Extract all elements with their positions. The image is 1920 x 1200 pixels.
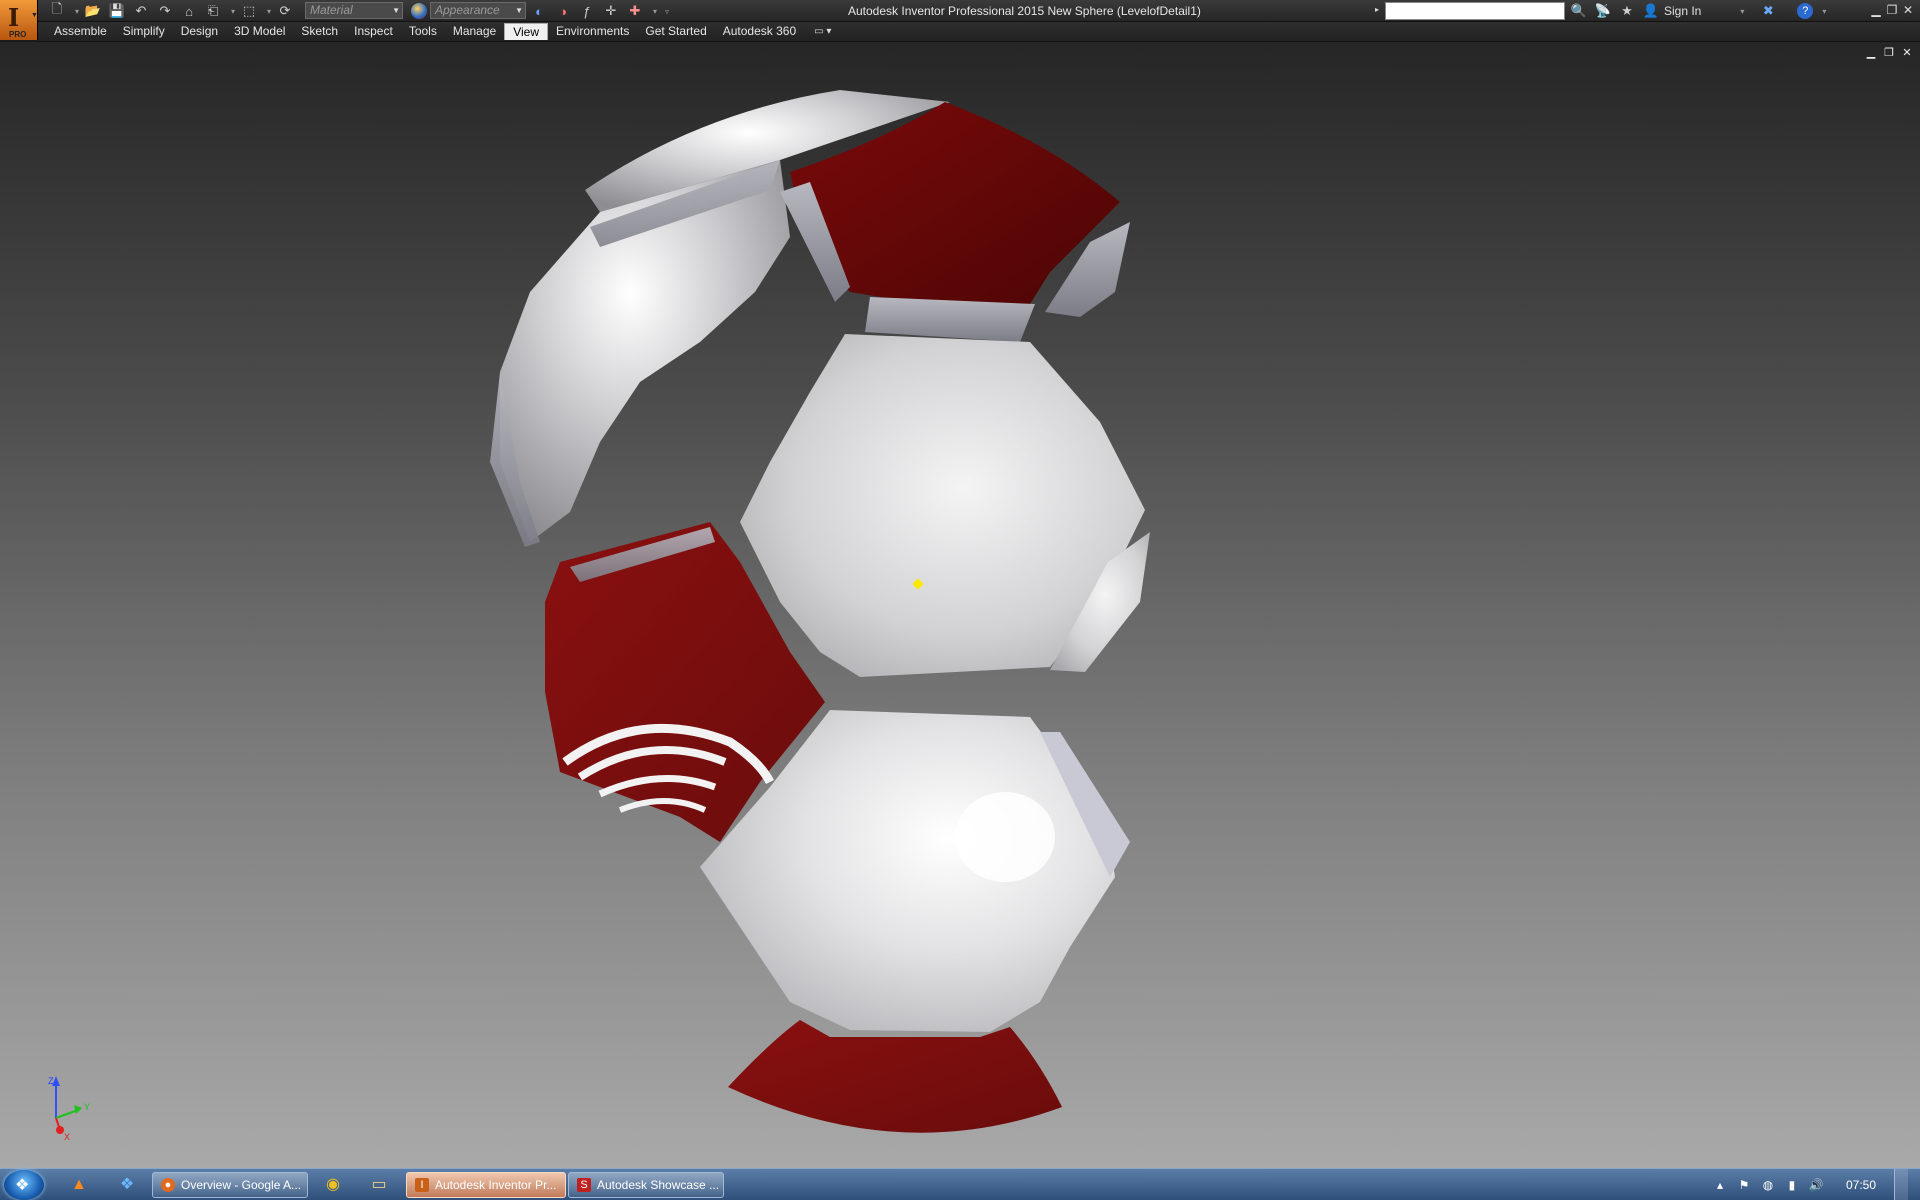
tab-3d-model[interactable]: 3D Model — [226, 23, 293, 40]
measure-icon[interactable]: ✛ — [602, 2, 620, 20]
select-dropdown-icon[interactable]: ▾ — [264, 2, 274, 20]
start-button[interactable]: ❖ — [4, 1170, 44, 1200]
ribbon-tab-bar: Assemble Simplify Design 3D Model Sketch… — [38, 22, 1920, 42]
taskbar-item-inventor[interactable]: I Autodesk Inventor Pr... — [406, 1172, 566, 1198]
taskbar-item-firefox[interactable]: ● Overview - Google A... — [152, 1172, 308, 1198]
close-window-icon[interactable]: ✕ — [1900, 2, 1916, 18]
show-desktop-button[interactable] — [1894, 1169, 1908, 1200]
return-icon[interactable]: ⎗ — [204, 2, 222, 20]
help-icon[interactable]: ? — [1797, 3, 1814, 19]
tab-assemble[interactable]: Assemble — [46, 23, 115, 40]
tab-sketch[interactable]: Sketch — [293, 23, 346, 40]
new-dropdown-icon[interactable]: ▾ — [72, 2, 82, 20]
tab-simplify[interactable]: Simplify — [115, 23, 173, 40]
appearance-combo-value: Appearance — [435, 3, 500, 17]
search-expand-icon[interactable]: ▸ — [1372, 2, 1382, 18]
red-panel-bottom[interactable] — [728, 1020, 1062, 1133]
subscription-icon[interactable]: 📡 — [1594, 2, 1612, 20]
restore-window-icon[interactable]: ❐ — [1884, 2, 1900, 18]
material-combo-value: Material — [310, 3, 353, 17]
info-center: 🔍 📡 ★ 👤 Sign In ▾ ✖ ? ▾ — [1570, 2, 1831, 20]
ribbon-display-toggle-icon[interactable]: ▭ ▾ — [814, 26, 831, 37]
triad-y-label: Y — [84, 1102, 90, 1112]
chevron-down-icon: ▼ — [392, 6, 400, 15]
tab-design[interactable]: Design — [173, 23, 226, 40]
sign-in-link[interactable]: Sign In — [1664, 4, 1701, 18]
file-explorer-icon[interactable]: ▭ — [364, 1173, 394, 1197]
taskbar-item-label: Autodesk Inventor Pr... — [435, 1178, 557, 1192]
clear-appearance-icon[interactable]: ◑ — [554, 2, 572, 20]
home-icon[interactable]: ⌂ — [180, 2, 198, 20]
material-combo[interactable]: Material ▼ — [305, 2, 403, 19]
tab-manage[interactable]: Manage — [445, 23, 504, 40]
application-menu-button[interactable]: I PRO ▼ — [0, 0, 38, 40]
doctor-dropdown-icon[interactable]: ▾ — [650, 2, 660, 20]
view-triad-icon: Z Y X — [48, 1076, 90, 1142]
taskbar-item-label: Overview - Google A... — [181, 1178, 302, 1192]
tab-environments[interactable]: Environments — [548, 23, 637, 40]
minimize-window-icon[interactable]: ▁ — [1868, 2, 1884, 18]
window-title: Autodesk Inventor Professional 2015 New … — [848, 4, 1201, 18]
return-dropdown-icon[interactable]: ▾ — [228, 2, 238, 20]
sphere-model[interactable] — [0, 42, 1920, 1168]
inventor-app-icon: I — [415, 1178, 429, 1192]
inventor-logo-icon: I — [8, 3, 20, 32]
open-folder-icon[interactable]: 📂 — [84, 2, 102, 20]
action-center-flag-icon[interactable]: ⚑ — [1736, 1178, 1752, 1192]
tab-tools[interactable]: Tools — [401, 23, 445, 40]
chevron-down-icon: ▼ — [31, 12, 38, 19]
network-globe-icon[interactable]: ◍ — [1760, 1178, 1776, 1192]
new-file-icon[interactable]: 🗋 — [48, 1, 66, 20]
firefox-icon: ● — [161, 1178, 175, 1192]
favorites-star-icon[interactable]: ★ — [1618, 2, 1636, 20]
appearance-swatch-icon — [411, 3, 427, 19]
system-tray: ▴ ⚑ ◍ ▮ 🔊 07:50 — [1712, 1169, 1920, 1200]
graphics-viewport[interactable]: ▁ ❐ ✕ Z Y X — [0, 42, 1920, 1168]
signal-bars-icon[interactable]: ▮ — [1784, 1178, 1800, 1192]
undo-icon[interactable]: ↶ — [132, 2, 150, 20]
windows-logo-icon: ❖ — [15, 1177, 30, 1194]
silver-panel-center[interactable] — [740, 334, 1150, 677]
windows-taskbar: ❖ ▲ ❖ ● Overview - Google A... ◉ ▭ I Aut… — [0, 1168, 1920, 1200]
quick-access-toolbar-right: ◐ ◑ ƒ ✛ ✚ ▾ ▿ — [530, 2, 674, 20]
redo-icon[interactable]: ↷ — [156, 2, 174, 20]
show-hidden-icons-icon[interactable]: ▴ — [1712, 1178, 1728, 1192]
adjust-appearance-icon[interactable]: ◐ — [530, 2, 548, 20]
showcase-app-icon: S — [577, 1178, 591, 1192]
edition-badge: PRO — [9, 30, 27, 39]
help-search-input[interactable] — [1385, 2, 1565, 20]
appearance-combo[interactable]: Appearance ▼ — [411, 2, 526, 19]
tab-view[interactable]: View — [504, 23, 548, 40]
search-icon[interactable]: 🔍 — [1570, 2, 1588, 20]
tab-inspect[interactable]: Inspect — [346, 23, 401, 40]
taskbar-item-showcase[interactable]: S Autodesk Showcase ... — [568, 1172, 724, 1198]
user-icon[interactable]: 👤 — [1642, 2, 1660, 20]
triad-x-label: X — [64, 1132, 70, 1142]
title-bar: I PRO ▼ 🗋 ▾ 📂 💾 ↶ ↷ ⌂ ⎗ ▾ ⬚ ▾ ⟳ Material… — [0, 0, 1920, 40]
quick-access-toolbar: 🗋 ▾ 📂 💾 ↶ ↷ ⌂ ⎗ ▾ ⬚ ▾ ⟳ — [48, 1, 300, 20]
dropbox-icon[interactable]: ❖ — [112, 1173, 142, 1197]
chrome-icon[interactable]: ◉ — [318, 1173, 348, 1197]
taskbar-item-label: Autodesk Showcase ... — [597, 1178, 720, 1192]
chevron-down-icon: ▼ — [515, 6, 523, 15]
select-icon[interactable]: ⬚ — [240, 2, 258, 20]
volume-icon[interactable]: 🔊 — [1808, 1178, 1824, 1192]
update-icon[interactable]: ⟳ — [276, 2, 294, 20]
tab-get-started[interactable]: Get Started — [637, 23, 714, 40]
save-icon[interactable]: 💾 — [108, 2, 126, 20]
vlc-icon[interactable]: ▲ — [64, 1173, 94, 1197]
customize-toolbar-icon[interactable]: ▿ — [662, 2, 672, 20]
tab-autodesk-360[interactable]: Autodesk 360 — [715, 23, 804, 40]
help-dropdown-icon[interactable]: ▾ — [1819, 2, 1829, 20]
design-doctor-icon[interactable]: ✚ — [626, 2, 644, 20]
exchange-apps-icon[interactable]: ✖ — [1759, 2, 1777, 20]
parameters-icon[interactable]: ƒ — [578, 2, 596, 20]
taskbar-clock[interactable]: 07:50 — [1846, 1178, 1876, 1192]
sign-in-dropdown-icon[interactable]: ▾ — [1737, 2, 1747, 20]
triad-z-label: Z — [48, 1076, 54, 1086]
